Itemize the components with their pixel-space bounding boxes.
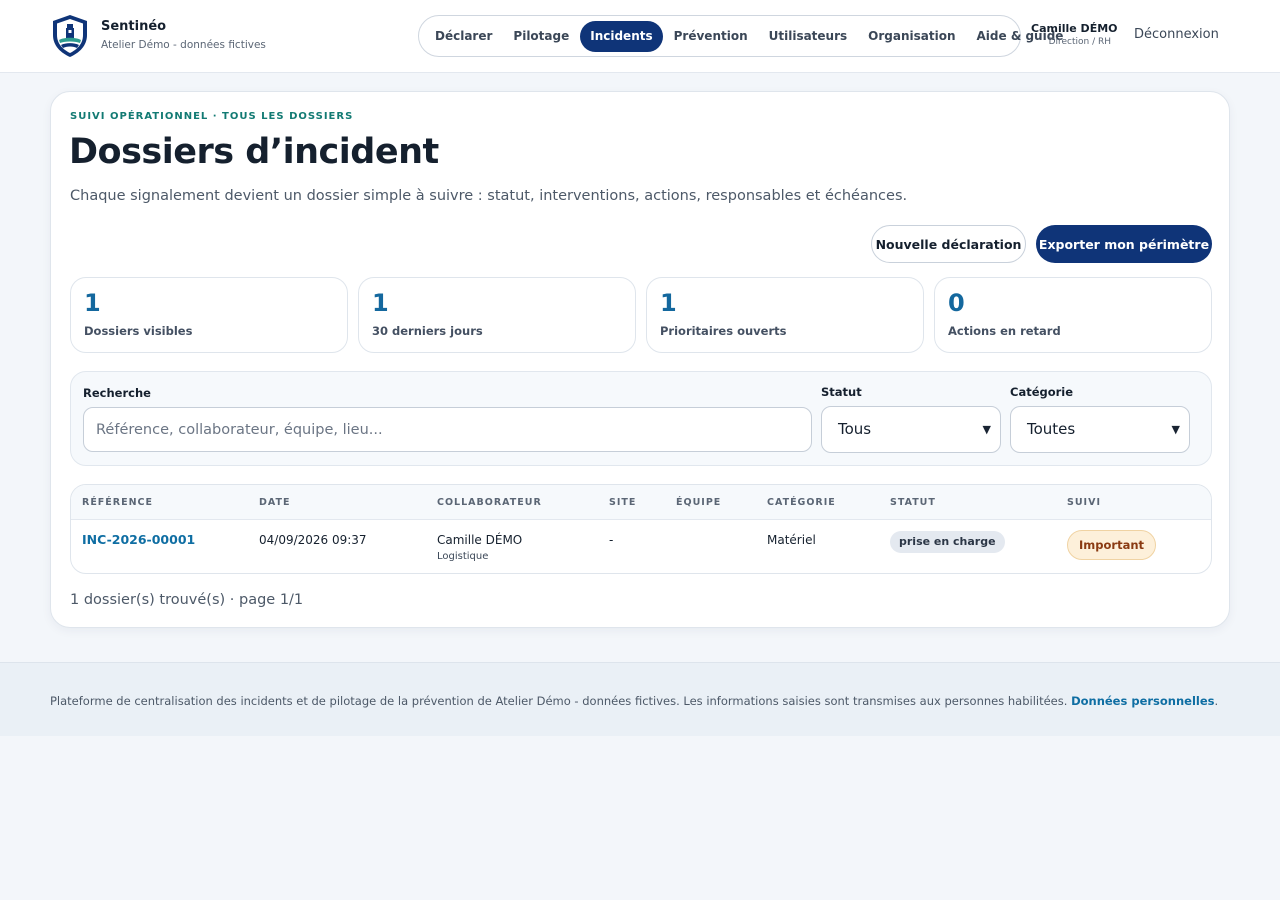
- column-header-date[interactable]: DATE: [259, 497, 290, 508]
- user-role: Direction / RH: [1048, 37, 1111, 47]
- stat-value: 1: [372, 289, 389, 317]
- filter-panel: Recherche Statut Tous ▼ Catégorie Toutes…: [70, 371, 1212, 466]
- page-lead: Chaque signalement devient un dossier si…: [70, 188, 908, 204]
- incident-collaborator-team: Logistique: [437, 551, 489, 562]
- column-header-site[interactable]: SITE: [609, 497, 636, 508]
- category-select-value: Toutes: [1027, 420, 1076, 438]
- incident-site: -: [609, 533, 614, 547]
- user-info: Camille DÉMO Direction / RH: [1031, 22, 1118, 48]
- column-header-category[interactable]: CATÉGORIE: [767, 497, 836, 508]
- page-title: Dossiers d’incident: [69, 132, 439, 172]
- user-name: Camille DÉMO: [1031, 22, 1118, 35]
- status-filter-label: Statut: [821, 385, 862, 399]
- logout-link[interactable]: Déconnexion: [1134, 27, 1219, 42]
- incidents-card: SUIVI OPÉRATIONNEL · TOUS LES DOSSIERS D…: [50, 91, 1230, 628]
- nav-item-utilisateurs[interactable]: Utilisateurs: [759, 21, 858, 52]
- incident-collaborator: Camille DÉMO: [437, 533, 523, 547]
- status-badge: prise en charge: [890, 531, 1005, 553]
- chevron-down-icon: ▼: [1171, 423, 1180, 436]
- column-header-collaborator[interactable]: COLLABORATEUR: [437, 497, 542, 508]
- category-filter-label: Catégorie: [1010, 385, 1074, 399]
- stat-value: 1: [84, 289, 101, 317]
- stat-value: 0: [948, 289, 965, 317]
- stat-label: Dossiers visibles: [84, 324, 193, 338]
- chevron-down-icon: ▼: [982, 423, 991, 436]
- nav-item-pilotage[interactable]: Pilotage: [503, 21, 579, 52]
- footer-description: Plateforme de centralisation des inciden…: [50, 694, 1068, 708]
- stat-label: Actions en retard: [948, 324, 1061, 338]
- top-bar: Sentinéo Atelier Démo - données fictives…: [0, 0, 1280, 73]
- nav-item-incidents[interactable]: Incidents: [580, 20, 663, 52]
- status-select-value: Tous: [838, 420, 872, 438]
- column-header-team[interactable]: ÉQUIPE: [676, 497, 721, 508]
- results-count: 1 dossier(s) trouvé(s) · page 1/1: [70, 592, 304, 608]
- footer: Plateforme de centralisation des inciden…: [0, 662, 1280, 736]
- search-input[interactable]: [83, 407, 812, 452]
- category-select[interactable]: Toutes ▼: [1010, 406, 1190, 453]
- column-header-followup[interactable]: SUIVI: [1067, 497, 1101, 508]
- brand[interactable]: Sentinéo Atelier Démo - données fictives: [50, 13, 266, 59]
- incident-category: Matériel: [767, 533, 816, 547]
- brand-subtitle: Atelier Démo - données fictives: [101, 39, 266, 51]
- stat-card-priority-open: 1 Prioritaires ouverts: [646, 277, 924, 353]
- footer-text: Plateforme de centralisation des inciden…: [50, 694, 1218, 708]
- personal-data-link[interactable]: Données personnelles: [1071, 694, 1214, 708]
- new-declaration-button[interactable]: Nouvelle déclaration: [871, 225, 1026, 263]
- column-header-status[interactable]: STATUT: [890, 497, 936, 508]
- stat-value: 1: [660, 289, 677, 317]
- followup-badge: Important: [1067, 530, 1157, 560]
- incident-date: 04/09/2026 09:37: [259, 533, 367, 547]
- nav-item-prevention[interactable]: Prévention: [664, 21, 758, 52]
- stat-label: Prioritaires ouverts: [660, 324, 787, 338]
- main-nav: Déclarer Pilotage Incidents Prévention U…: [418, 15, 1063, 57]
- export-button[interactable]: Exporter mon périmètre: [1036, 225, 1212, 263]
- table-header: RÉFÉRENCE DATE COLLABORATEUR SITE ÉQUIPE…: [71, 485, 1211, 520]
- stat-card-late-actions: 0 Actions en retard: [934, 277, 1212, 353]
- nav-item-declarer[interactable]: Déclarer: [425, 21, 502, 52]
- stat-label: 30 derniers jours: [372, 324, 483, 338]
- incidents-table: RÉFÉRENCE DATE COLLABORATEUR SITE ÉQUIPE…: [70, 484, 1212, 574]
- nav-item-organisation[interactable]: Organisation: [858, 21, 965, 52]
- page-eyebrow: SUIVI OPÉRATIONNEL · TOUS LES DOSSIERS: [70, 111, 354, 122]
- lighthouse-shield-icon: [53, 15, 87, 57]
- column-header-reference[interactable]: RÉFÉRENCE: [82, 497, 153, 508]
- footer-trailing: .: [1214, 694, 1219, 708]
- status-select[interactable]: Tous ▼: [821, 406, 1001, 453]
- stat-card-visible: 1 Dossiers visibles: [70, 277, 348, 353]
- search-label: Recherche: [83, 386, 151, 400]
- stat-card-30-days: 1 30 derniers jours: [358, 277, 636, 353]
- brand-name: Sentinéo: [101, 19, 167, 34]
- incident-reference-link[interactable]: INC-2026-00001: [82, 532, 195, 547]
